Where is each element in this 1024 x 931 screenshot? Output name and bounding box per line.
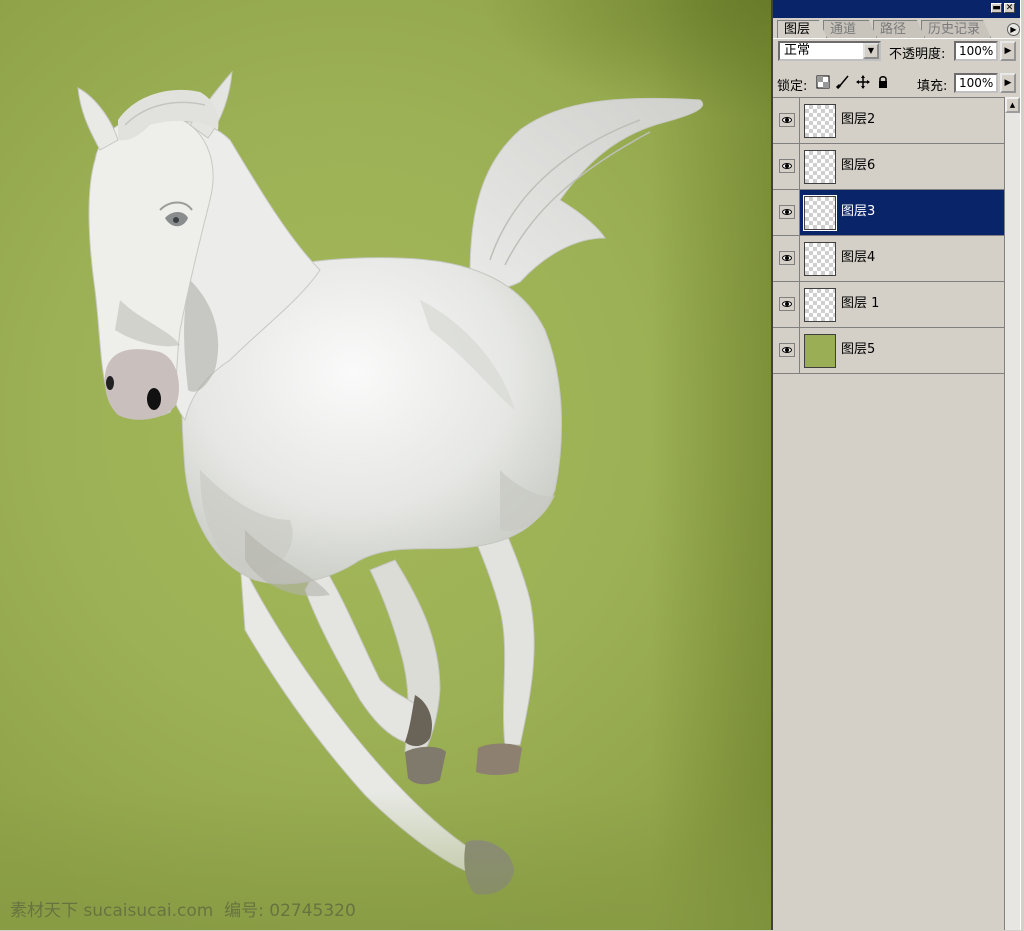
- visibility-cell: [773, 236, 800, 281]
- layer-name: 图层 1: [841, 296, 880, 311]
- palette-tabs: 历史记录 路径 通道 图层: [773, 20, 1024, 38]
- layer-thumbnail: [803, 195, 837, 231]
- visibility-cell: [773, 282, 800, 327]
- layer-row[interactable]: 图层4: [773, 236, 1004, 282]
- tab-layers[interactable]: 图层: [777, 20, 827, 38]
- layer-row-selected[interactable]: 图层3: [773, 190, 1004, 236]
- lock-paint-icon[interactable]: [835, 75, 850, 90]
- layer-list-scrollbar[interactable]: ▲: [1004, 97, 1020, 930]
- layers-palette: ▬ ✕ 历史记录 路径 通道 图层 ▶ 正常 ▼ 不透明度: 100% ▶ 锁定…: [773, 0, 1024, 931]
- visibility-cell: [773, 190, 800, 235]
- lock-all-icon[interactable]: [876, 75, 890, 89]
- layer-thumbnail: [804, 104, 836, 138]
- layer-row[interactable]: 图层5: [773, 328, 1004, 374]
- layer-name: 图层5: [841, 342, 876, 357]
- layer-name: 图层6: [841, 158, 876, 173]
- layer-row[interactable]: 图层 1: [773, 282, 1004, 328]
- layer-thumbnail: [804, 150, 836, 184]
- white-horse-painting: [77, 70, 703, 895]
- palette-menu-icon[interactable]: ▶: [1007, 23, 1020, 36]
- tab-history[interactable]: 历史记录: [921, 20, 991, 38]
- layer-row[interactable]: 图层2: [773, 98, 1004, 144]
- chevron-down-icon[interactable]: ▼: [863, 43, 879, 59]
- layer-thumbnail: [804, 242, 836, 276]
- eye-icon[interactable]: [779, 251, 795, 265]
- layer-list: 图层2 图层6 图层3 图层4 图层 1 图层5: [773, 97, 1004, 931]
- lock-label: 锁定:: [777, 79, 808, 94]
- palette-titlebar[interactable]: ▬ ✕: [773, 0, 1024, 18]
- fill-label: 填充:: [917, 79, 948, 94]
- tab-paths[interactable]: 路径: [873, 20, 925, 38]
- visibility-cell: [773, 144, 800, 189]
- fill-input[interactable]: 100%: [954, 73, 998, 93]
- lock-move-icon[interactable]: [856, 75, 870, 89]
- document-canvas[interactable]: 素材天下 sucaisucai.com 编号: 02745320: [0, 0, 771, 930]
- layer-thumbnail: [804, 288, 836, 322]
- lock-transparent-icon[interactable]: [816, 75, 830, 89]
- visibility-cell: [773, 328, 800, 373]
- layer-name: 图层2: [841, 112, 876, 127]
- tab-channels[interactable]: 通道: [823, 20, 877, 38]
- eye-icon[interactable]: [779, 297, 795, 311]
- eye-icon[interactable]: [779, 113, 795, 127]
- blend-mode-value: 正常: [784, 43, 811, 58]
- opacity-slider-button[interactable]: ▶: [1000, 41, 1016, 61]
- layer-thumbnail: [804, 334, 836, 368]
- close-icon[interactable]: ✕: [1004, 3, 1015, 13]
- divider: [773, 38, 1024, 39]
- scroll-up-icon[interactable]: ▲: [1005, 97, 1020, 113]
- opacity-input[interactable]: 100%: [954, 41, 998, 61]
- layer-name: 图层4: [841, 250, 876, 265]
- fill-slider-button[interactable]: ▶: [1000, 73, 1016, 93]
- eye-icon[interactable]: [779, 343, 795, 357]
- blend-mode-select[interactable]: 正常 ▼: [778, 41, 881, 61]
- minimize-icon[interactable]: ▬: [991, 3, 1002, 13]
- eye-icon[interactable]: [779, 205, 795, 219]
- panel-edge: [1020, 0, 1024, 930]
- layer-row[interactable]: 图层6: [773, 144, 1004, 190]
- watermark-text: 素材天下 sucaisucai.com 编号: 02745320: [10, 901, 356, 921]
- visibility-cell: [773, 98, 800, 143]
- opacity-label: 不透明度:: [889, 47, 946, 62]
- eye-icon[interactable]: [779, 159, 795, 173]
- layer-name: 图层3: [841, 204, 876, 219]
